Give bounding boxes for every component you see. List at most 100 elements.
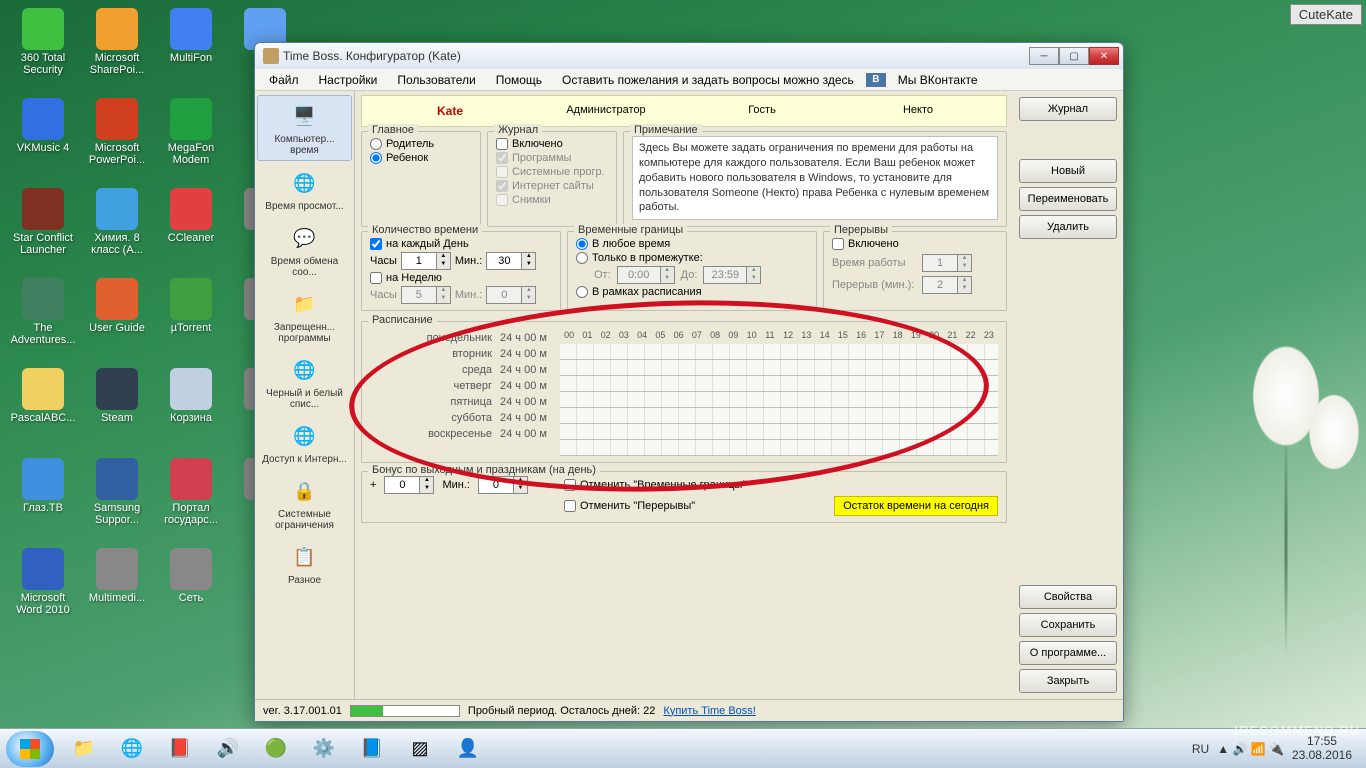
desktop-icon[interactable]: Star Conflict Launcher xyxy=(6,186,80,272)
tb-word[interactable]: 📘 xyxy=(349,731,395,767)
tb-timeboss[interactable]: 👤 xyxy=(445,731,491,767)
menu-settings[interactable]: Настройки xyxy=(309,71,388,89)
schedule-row[interactable] xyxy=(560,392,998,408)
nav-item[interactable]: 🌐Черный и белый спис... xyxy=(257,350,352,414)
desktop-icon[interactable]: Корзина xyxy=(154,366,228,452)
tray-icons[interactable]: ▲ 🔊 📶 🔌 xyxy=(1217,742,1284,756)
radio-schedule[interactable]: В рамках расписания xyxy=(576,286,808,298)
tb-steam[interactable]: ⚙️ xyxy=(301,731,347,767)
close-app-button[interactable]: Закрыть xyxy=(1019,669,1117,693)
check-per-week[interactable]: на Неделю xyxy=(370,272,552,284)
desktop-icon[interactable]: Microsoft Word 2010 xyxy=(6,546,80,632)
properties-button[interactable]: Свойства xyxy=(1019,585,1117,609)
maximize-button[interactable]: ▢ xyxy=(1059,47,1089,65)
check-screenshots[interactable]: Снимки xyxy=(496,194,608,206)
spin-day-hours[interactable]: ▲▼ xyxy=(401,252,451,270)
desktop-icon[interactable]: PascalABC... xyxy=(6,366,80,452)
desktop-icon[interactable]: Samsung Suppor... xyxy=(80,456,154,542)
check-journal-enabled[interactable]: Включено xyxy=(496,138,608,150)
tb-explorer[interactable]: 📁 xyxy=(61,731,107,767)
start-button[interactable] xyxy=(6,731,54,767)
close-button[interactable]: ✕ xyxy=(1089,47,1119,65)
desktop-icon[interactable]: Химия. 8 класс (А... xyxy=(80,186,154,272)
nav-item[interactable]: 📁Запрещенн... программы xyxy=(257,284,352,348)
tray-lang[interactable]: RU xyxy=(1192,742,1209,756)
new-button[interactable]: Новый xyxy=(1019,159,1117,183)
schedule-row[interactable] xyxy=(560,360,998,376)
minimize-button[interactable]: ─ xyxy=(1029,47,1059,65)
desktop-icon[interactable]: The Adventures... xyxy=(6,276,80,362)
tb-yandex[interactable]: ▨ xyxy=(397,731,443,767)
tb-app1[interactable]: 📕 xyxy=(157,731,203,767)
desktop-icon[interactable]: VKMusic 4 xyxy=(6,96,80,182)
nav-item[interactable]: 🌐Время просмот... xyxy=(257,163,352,216)
spin-bonus-m[interactable]: ▲▼ xyxy=(478,476,528,494)
day-label: воскресенье xyxy=(370,426,492,442)
user-guest[interactable]: Гость xyxy=(684,104,840,118)
user-someone[interactable]: Некто xyxy=(840,104,996,118)
nav-item[interactable]: 💬Время обмена соо... xyxy=(257,218,352,282)
about-button[interactable]: О программе... xyxy=(1019,641,1117,665)
buy-link[interactable]: Купить Time Boss! xyxy=(663,705,755,717)
desktop-icon[interactable]: CCleaner xyxy=(154,186,228,272)
desktop-icon[interactable]: µTorrent xyxy=(154,276,228,362)
desktop-icon[interactable]: Сеть xyxy=(154,546,228,632)
menu-vk[interactable]: Мы ВКонтакте xyxy=(888,71,988,89)
app-icon xyxy=(263,48,279,64)
desktop-icon[interactable]: Multimedi... xyxy=(80,546,154,632)
radio-child[interactable]: Ребенок xyxy=(370,152,472,164)
check-internet[interactable]: Интернет сайты xyxy=(496,180,608,192)
menu-help[interactable]: Помощь xyxy=(486,71,552,89)
delete-button[interactable]: Удалить xyxy=(1019,215,1117,239)
rename-button[interactable]: Переименовать xyxy=(1019,187,1117,211)
desktop-icon[interactable]: Портал государс... xyxy=(154,456,228,542)
menu-file[interactable]: Файл xyxy=(259,71,309,89)
desktop-icon[interactable]: User Guide xyxy=(80,276,154,362)
menu-users[interactable]: Пользователи xyxy=(387,71,485,89)
watermark-irecommend: IRECOMMEND.RU xyxy=(1234,723,1360,738)
schedule-row[interactable] xyxy=(560,424,998,440)
schedule-row[interactable] xyxy=(560,440,998,456)
check-sysprogs[interactable]: Системные прогр. xyxy=(496,166,608,178)
remaining-time-button[interactable]: Остаток времени на сегодня xyxy=(834,496,998,516)
check-cancel-bounds[interactable]: Отменить "Временные границы" xyxy=(564,479,746,491)
check-cancel-breaks[interactable]: Отменить "Перерывы" xyxy=(564,500,695,512)
journal-button[interactable]: Журнал xyxy=(1019,97,1117,121)
check-per-day[interactable]: на каждый День xyxy=(370,238,552,250)
desktop-icon[interactable]: Microsoft PowerPoi... xyxy=(80,96,154,182)
radio-anytime[interactable]: В любое время xyxy=(576,238,808,250)
tb-ie[interactable]: 🌐 xyxy=(109,731,155,767)
nav-item[interactable]: 🖥️Компьютер... время xyxy=(257,95,352,161)
nav-item[interactable]: 🔒Системные ограничения xyxy=(257,471,352,535)
user-active[interactable]: Kate xyxy=(437,104,463,118)
tb-utorrent[interactable]: 🟢 xyxy=(253,731,299,767)
schedule-row[interactable] xyxy=(560,344,998,360)
save-button[interactable]: Сохранить xyxy=(1019,613,1117,637)
radio-parent[interactable]: Родитель xyxy=(370,138,472,150)
nav-item[interactable]: 📋Разное xyxy=(257,537,352,590)
group-main: Главное Родитель Ребенок xyxy=(361,131,481,227)
desktop-icon[interactable]: Microsoft SharePoi... xyxy=(80,6,154,92)
desktop-icon[interactable]: 360 Total Security xyxy=(6,6,80,92)
check-breaks-enabled[interactable]: Включено xyxy=(832,238,998,250)
desktop-icon[interactable]: MegaFon Modem xyxy=(154,96,228,182)
nav-item[interactable]: 🌐Доступ к Интерн... xyxy=(257,416,352,469)
spin-day-min[interactable]: ▲▼ xyxy=(486,252,536,270)
desktop-icon[interactable]: MultiFon xyxy=(154,6,228,92)
titlebar[interactable]: Time Boss. Конфигуратор (Kate) ─ ▢ ✕ xyxy=(255,43,1123,69)
user-tabs[interactable]: Kate Администратор Гость Некто xyxy=(361,95,1007,127)
spin-bonus-h[interactable]: ▲▼ xyxy=(384,476,434,494)
check-programs[interactable]: Программы xyxy=(496,152,608,164)
schedule-row[interactable] xyxy=(560,376,998,392)
radio-range[interactable]: Только в промежутке: xyxy=(576,252,808,264)
schedule-row[interactable] xyxy=(560,408,998,424)
user-admin[interactable]: Администратор xyxy=(528,104,684,118)
desktop-icon[interactable]: Глаз.ТВ xyxy=(6,456,80,542)
spin-from: ▲▼ xyxy=(617,266,675,284)
group-time-bounds: Временные границы В любое время Только в… xyxy=(567,231,817,311)
menu-feedback[interactable]: Оставить пожелания и задать вопросы можн… xyxy=(552,71,864,89)
tb-sound[interactable]: 🔊 xyxy=(205,731,251,767)
day-label: вторник xyxy=(370,346,492,362)
desktop-icon[interactable]: Steam xyxy=(80,366,154,452)
tray-date[interactable]: 23.08.2016 xyxy=(1292,749,1352,762)
